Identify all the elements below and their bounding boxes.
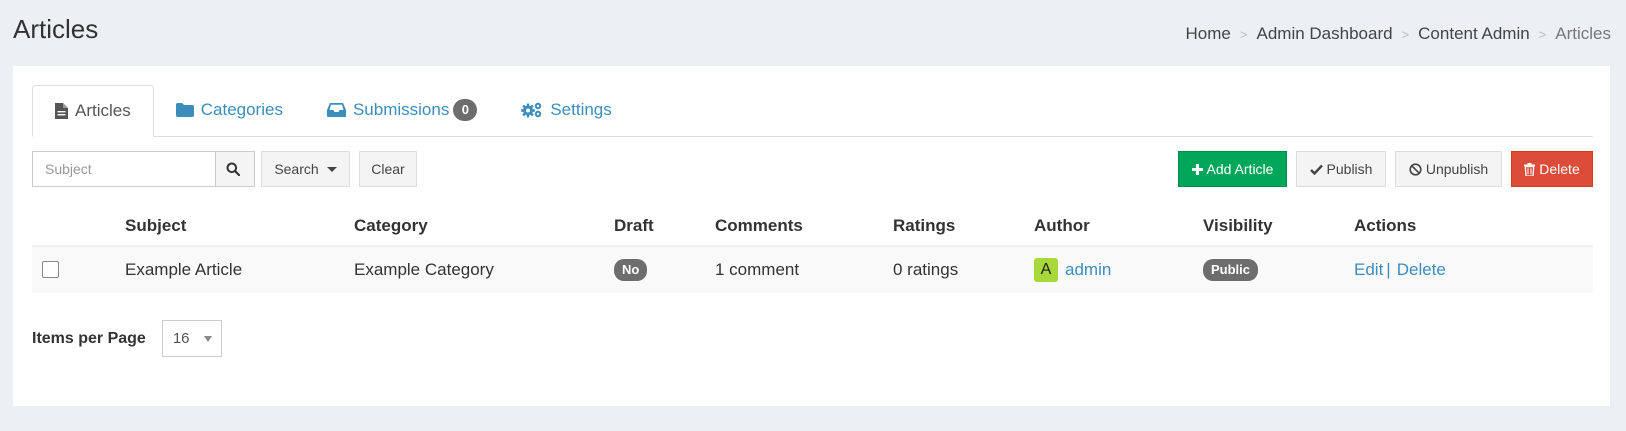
- search-dropdown-label: Search: [274, 161, 319, 177]
- inbox-icon: [326, 103, 346, 117]
- tab-label: Articles: [75, 101, 131, 120]
- ban-icon: [1409, 162, 1422, 176]
- unpublish-button[interactable]: Unpublish: [1395, 151, 1502, 187]
- header-ratings[interactable]: Ratings: [893, 216, 1034, 236]
- clear-label: Clear: [371, 161, 405, 177]
- content-panel: Articles Categories Submissions 0 Settin…: [13, 66, 1610, 406]
- items-per-page: Items per Page 16: [32, 320, 222, 357]
- articles-table: Subject Category Draft Comments Ratings …: [32, 206, 1593, 293]
- draft-badge: No: [614, 259, 648, 281]
- table-header-row: Subject Category Draft Comments Ratings …: [32, 206, 1593, 247]
- items-per-page-select[interactable]: 16: [161, 320, 222, 357]
- row-actions: Edit | Delete: [1354, 260, 1534, 280]
- breadcrumb-home[interactable]: Home: [1186, 24, 1231, 44]
- tab-articles[interactable]: Articles: [32, 85, 154, 137]
- tab-bar: Articles Categories Submissions 0 Settin…: [32, 85, 1593, 137]
- breadcrumb-admin-dashboard[interactable]: Admin Dashboard: [1256, 24, 1392, 44]
- table-row: Example Article Example Category No 1 co…: [32, 247, 1593, 293]
- row-ratings: 0 ratings: [893, 260, 959, 279]
- tab-label: Settings: [550, 100, 612, 119]
- visibility-badge: Public: [1203, 259, 1259, 281]
- delete-button[interactable]: Delete: [1511, 151, 1593, 187]
- breadcrumb-content-admin[interactable]: Content Admin: [1418, 24, 1530, 44]
- delete-label: Delete: [1539, 161, 1580, 177]
- row-visibility-cell: Public: [1203, 259, 1354, 281]
- header-draft[interactable]: Draft: [614, 216, 715, 236]
- delete-link[interactable]: Delete: [1397, 260, 1446, 279]
- folder-icon: [175, 103, 194, 117]
- header-comments[interactable]: Comments: [715, 216, 893, 236]
- row-draft-cell: No: [614, 259, 715, 281]
- author-link[interactable]: admin: [1065, 260, 1111, 280]
- row-subject: Example Article: [125, 260, 243, 279]
- avatar: A: [1034, 258, 1058, 282]
- tab-label: Categories: [200, 100, 283, 119]
- breadcrumb-articles: Articles: [1555, 24, 1611, 43]
- check-icon: [1309, 164, 1323, 175]
- page-title: Articles: [13, 14, 99, 44]
- trash-icon: [1524, 162, 1536, 176]
- row-checkbox[interactable]: [42, 261, 59, 278]
- header-category[interactable]: Category: [354, 216, 614, 236]
- search-dropdown-button[interactable]: Search: [261, 151, 350, 187]
- breadcrumb-separator: >: [1401, 26, 1410, 42]
- items-per-page-value: 16: [172, 330, 190, 347]
- submissions-count-badge: 0: [453, 99, 478, 121]
- row-author-cell: A admin: [1034, 258, 1203, 282]
- breadcrumb-separator: >: [1538, 26, 1547, 42]
- row-comments: 1 comment: [715, 260, 800, 279]
- add-article-button[interactable]: Add Article: [1178, 151, 1287, 187]
- gears-icon: [521, 102, 542, 118]
- file-icon: [55, 103, 68, 119]
- header-actions: Actions: [1354, 215, 1417, 235]
- header-visibility[interactable]: Visibility: [1203, 216, 1354, 236]
- plus-icon: [1191, 163, 1203, 175]
- page-header: Articles Home > Admin Dashboard > Conten…: [0, 0, 1626, 66]
- clear-button[interactable]: Clear: [359, 151, 417, 187]
- bulk-actions: Add Article Publish Unpublish Delete: [1178, 151, 1593, 187]
- search-icon: [226, 162, 240, 176]
- row-category: Example Category: [354, 260, 494, 279]
- actions-separator: |: [1386, 260, 1391, 279]
- edit-link[interactable]: Edit: [1354, 260, 1383, 279]
- unpublish-label: Unpublish: [1425, 161, 1489, 177]
- publish-button[interactable]: Publish: [1296, 151, 1386, 187]
- tab-submissions[interactable]: Submissions 0: [305, 84, 499, 136]
- toolbar: Search Clear Add Article Publish: [32, 150, 1593, 188]
- breadcrumb: Home > Admin Dashboard > Content Admin >…: [1186, 24, 1611, 44]
- header-author[interactable]: Author: [1034, 216, 1203, 236]
- tab-settings[interactable]: Settings: [499, 84, 633, 136]
- publish-label: Publish: [1326, 161, 1373, 177]
- add-article-label: Add Article: [1206, 161, 1274, 177]
- search-group: [32, 151, 255, 187]
- breadcrumb-separator: >: [1239, 26, 1248, 42]
- header-subject[interactable]: Subject: [125, 216, 354, 236]
- row-select-cell: [32, 257, 125, 283]
- caret-down-icon: [326, 166, 337, 172]
- tab-categories[interactable]: Categories: [154, 84, 305, 136]
- search-button[interactable]: [215, 151, 255, 187]
- tab-label: Submissions: [352, 100, 450, 119]
- items-per-page-label: Items per Page: [32, 329, 146, 347]
- search-input[interactable]: [32, 151, 215, 187]
- select-arrow-icon: [203, 336, 212, 342]
